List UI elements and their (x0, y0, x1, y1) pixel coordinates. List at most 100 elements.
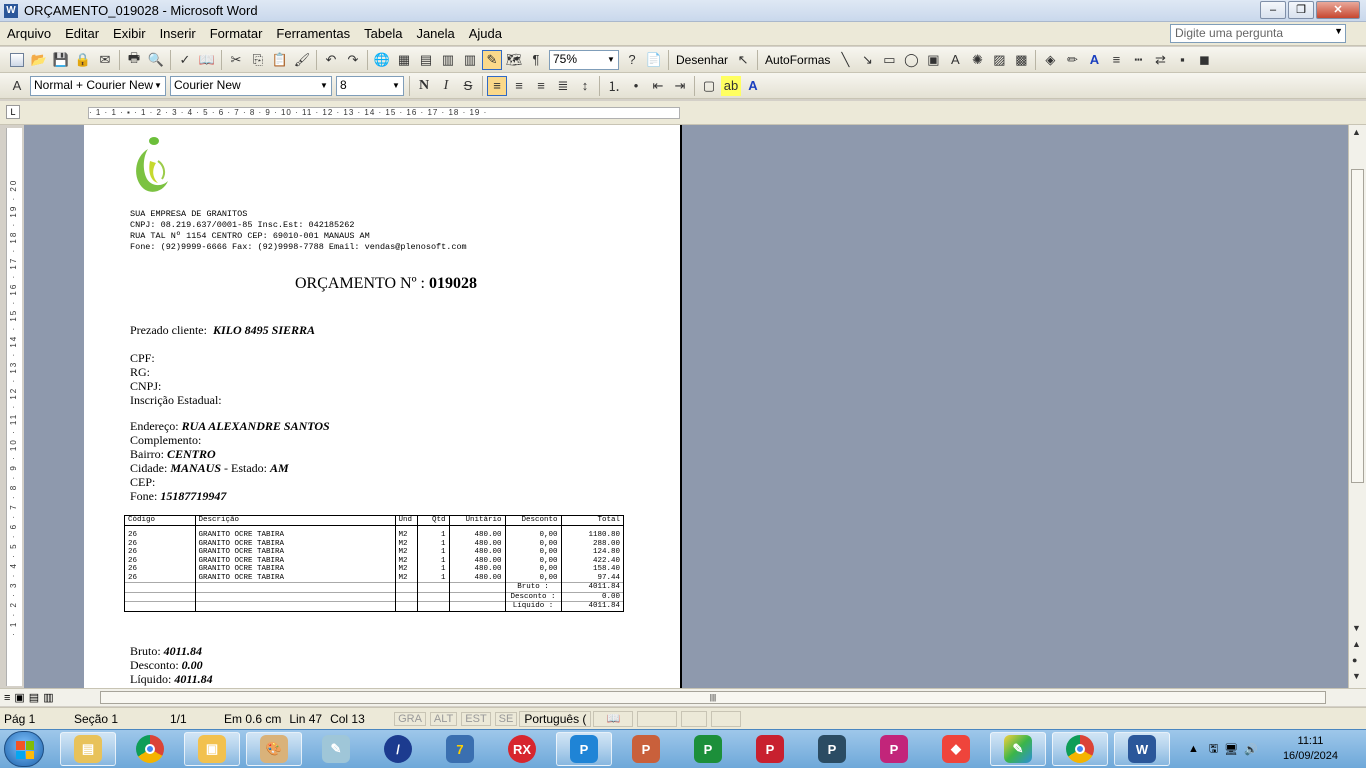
copy-icon[interactable]: ⎘ (248, 50, 268, 70)
italic-button[interactable]: I (436, 76, 456, 96)
browse-object-icon[interactable]: ● (1352, 655, 1357, 665)
taskbar-paint[interactable]: 🎨 (246, 732, 302, 766)
font-select[interactable]: Courier New ▼ (170, 75, 332, 96)
vertical-ruler[interactable]: · 1 · 2 · 3 · 4 · 5 · 6 · 7 · 8 · 9 · 10… (6, 128, 22, 686)
taskbar-folder[interactable]: ▣ (184, 732, 240, 766)
3d-icon[interactable]: ◼ (1194, 50, 1214, 70)
taskbar-app-pink[interactable]: P (866, 732, 922, 766)
menu-janela[interactable]: Janela (409, 26, 461, 41)
tables-borders-icon[interactable]: ▦ (394, 50, 414, 70)
taskbar-blue-app[interactable]: / (370, 732, 426, 766)
arrow-style-icon[interactable]: ⇄ (1150, 50, 1170, 70)
decrease-indent-icon[interactable]: ⇤ (648, 76, 668, 96)
taskbar-app-red[interactable]: P (742, 732, 798, 766)
line-icon[interactable]: ╲ (835, 50, 855, 70)
research-icon[interactable]: 📖 (197, 50, 217, 70)
new-document-icon[interactable] (7, 50, 27, 70)
insert-excel-icon[interactable]: ▥ (438, 50, 458, 70)
numbering-icon[interactable]: ⒈ (604, 76, 624, 96)
cut-icon[interactable]: ✂ (226, 50, 246, 70)
close-button[interactable]: ✕ (1316, 1, 1360, 19)
menu-inserir[interactable]: Inserir (153, 26, 203, 41)
font-color-icon[interactable]: A (1084, 50, 1104, 70)
permission-icon[interactable]: 🔒 (73, 50, 93, 70)
chevron-down-icon[interactable]: ▼ (1334, 26, 1343, 36)
tab-selector[interactable]: L (6, 105, 20, 119)
undo-icon[interactable]: ↶ (321, 50, 341, 70)
align-right-icon[interactable]: ≡ (531, 76, 551, 96)
font-color-icon[interactable]: A (743, 76, 763, 96)
insert-table-icon[interactable]: ▤ (416, 50, 436, 70)
clock[interactable]: 11:11 16/09/2024 (1283, 734, 1338, 764)
borders-icon[interactable]: ▢ (699, 76, 719, 96)
textbox-icon[interactable]: ▣ (923, 50, 943, 70)
select-objects-icon[interactable]: ↖ (733, 50, 753, 70)
wordart-icon[interactable]: A (945, 50, 965, 70)
clipart-icon[interactable]: ▨ (989, 50, 1009, 70)
align-left-icon[interactable]: ≡ (487, 75, 507, 96)
horizontal-ruler[interactable]: L · 1 · 1 · ▪ · 1 · 2 · 3 · 4 · 5 · 6 · … (0, 101, 1366, 125)
taskbar-app-green[interactable]: P (680, 732, 736, 766)
taskbar-app-orange[interactable]: P (618, 732, 674, 766)
chevron-down-icon[interactable]: ▼ (318, 78, 330, 94)
email-icon[interactable]: ✉ (95, 50, 115, 70)
taskbar-notepad[interactable]: ✎ (308, 732, 364, 766)
fill-color-icon[interactable]: ◈ (1040, 50, 1060, 70)
style-select[interactable]: Normal + Courier New ▼ (30, 75, 166, 96)
autoshapes-button[interactable]: AutoFormas (761, 53, 834, 67)
status-alt[interactable]: ALT (429, 711, 458, 726)
line-style-icon[interactable]: ≡ (1106, 50, 1126, 70)
arrow-icon[interactable]: ↘ (857, 50, 877, 70)
start-button[interactable] (4, 731, 44, 767)
next-page-icon[interactable]: ▼ (1352, 671, 1361, 681)
styles-icon[interactable]: A (7, 76, 27, 96)
menu-ferramentas[interactable]: Ferramentas (269, 26, 357, 41)
open-folder-icon[interactable]: 📂 (29, 50, 49, 70)
scroll-down-icon[interactable]: ▼ (1352, 623, 1361, 633)
diagram-icon[interactable]: ✺ (967, 50, 987, 70)
scroll-up-icon[interactable]: ▲ (1352, 127, 1361, 137)
taskbar-app-blue[interactable]: P (556, 732, 612, 766)
picture-icon[interactable]: ▩ (1011, 50, 1031, 70)
columns-icon[interactable]: ▥ (460, 50, 480, 70)
zoom-select[interactable]: 75% ▼ (549, 49, 619, 70)
rectangle-icon[interactable]: ▭ (879, 50, 899, 70)
status-language[interactable]: Português ( (519, 710, 592, 727)
dash-style-icon[interactable]: ┅ (1128, 50, 1148, 70)
chevron-down-icon[interactable]: ▼ (152, 78, 164, 94)
minimize-button[interactable]: – (1260, 1, 1286, 19)
volume-icon[interactable]: 🔊 (1244, 743, 1258, 756)
menu-exibir[interactable]: Exibir (106, 26, 153, 41)
save-icon[interactable]: 💾 (51, 50, 71, 70)
document-map-icon[interactable]: 🗺 (504, 50, 524, 70)
taskbar-colors[interactable]: ✎ (990, 732, 1046, 766)
align-center-icon[interactable]: ≡ (509, 76, 529, 96)
menu-editar[interactable]: Editar (58, 26, 106, 41)
strikethrough-button[interactable]: S (458, 76, 478, 96)
taskbar-app-teal[interactable]: P (804, 732, 860, 766)
redo-icon[interactable]: ↷ (343, 50, 363, 70)
print-icon[interactable]: 🖶 (124, 50, 144, 70)
scroll-thumb[interactable] (1351, 169, 1364, 483)
chevron-down-icon[interactable]: ▼ (390, 78, 402, 94)
taskbar-chrome[interactable] (122, 732, 178, 766)
bold-button[interactable]: N (414, 76, 434, 96)
horizontal-scrollbar[interactable]: ≡▣▤▥ ||| (0, 688, 1366, 706)
read-icon[interactable]: 📄 (644, 50, 664, 70)
menu-tabela[interactable]: Tabela (357, 26, 409, 41)
show-formatting-icon[interactable]: ¶ (526, 50, 546, 70)
menu-arquivo[interactable]: Arquivo (0, 26, 58, 41)
draw-menu-button[interactable]: Desenhar (672, 53, 732, 67)
spelling-icon[interactable]: ✓ (175, 50, 195, 70)
taskbar-rx[interactable]: RX (494, 732, 550, 766)
show-hidden-icons[interactable]: ▲ (1188, 743, 1199, 755)
drawing-icon[interactable]: ✎ (482, 49, 502, 70)
font-size-select[interactable]: 8 ▼ (336, 75, 404, 96)
menu-formatar[interactable]: Formatar (203, 26, 270, 41)
hyperlink-icon[interactable]: 🌐 (372, 50, 392, 70)
highlight-icon[interactable]: ab (721, 75, 741, 96)
vertical-scrollbar[interactable]: ▲ ▼ ▲ ● ▼ (1348, 125, 1366, 688)
network-icon[interactable]: 🖥 (1224, 743, 1238, 756)
justify-icon[interactable]: ≣ (553, 76, 573, 96)
h-scroll-thumb[interactable]: ||| (100, 691, 1326, 704)
